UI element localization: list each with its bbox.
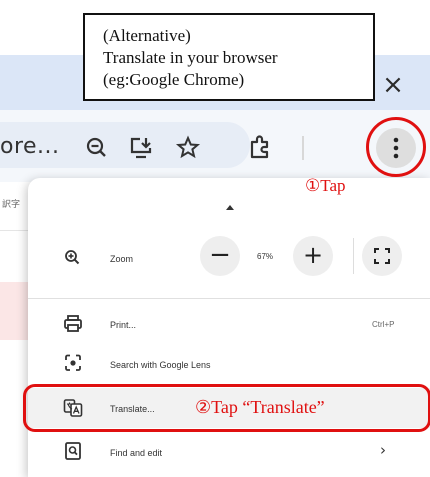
bookmark-star-icon[interactable]: [174, 134, 202, 162]
menu-item-google-lens-label: Search with Google Lens: [110, 360, 211, 370]
callout-line-3: (eg:Google Chrome): [103, 70, 245, 89]
print-icon: [64, 315, 82, 332]
callout-line-1: (Alternative): [103, 26, 191, 45]
zoom-out-icon[interactable]: [83, 134, 111, 162]
zoom-divider: [353, 238, 354, 274]
zoom-out-button[interactable]: −: [200, 236, 240, 276]
tab-close-button[interactable]: ×: [378, 70, 408, 100]
extensions-icon[interactable]: [246, 133, 274, 161]
page-text-fragment: 訳字: [2, 199, 21, 209]
menu-collapse-caret-icon[interactable]: [226, 205, 234, 210]
step-2-annotation: ②Tap “Translate”: [195, 397, 325, 417]
zoom-icon: [65, 250, 80, 265]
menu-item-print[interactable]: [28, 305, 430, 343]
menu-item-find-and-edit[interactable]: [28, 432, 430, 472]
google-lens-icon: [65, 354, 81, 371]
find-icon: [65, 442, 81, 460]
toolbar-separator: [302, 136, 304, 160]
instruction-callout: (Alternative) Translate in your browser …: [83, 13, 375, 101]
install-app-icon[interactable]: [127, 134, 155, 162]
fullscreen-icon: [374, 248, 390, 264]
zoom-in-button[interactable]: +: [293, 236, 333, 276]
callout-line-2: Translate in your browser: [103, 48, 278, 67]
menu-item-print-label: Print...: [110, 320, 137, 330]
menu-separator: [28, 298, 430, 299]
chevron-right-icon: ›: [380, 441, 386, 459]
fullscreen-button[interactable]: [362, 236, 402, 276]
menu-item-google-lens[interactable]: [28, 345, 430, 383]
address-bar-text: ore...: [0, 134, 60, 159]
zoom-level: 67%: [257, 252, 274, 261]
step-1-annotation: ①Tap: [305, 176, 346, 195]
zoom-label: Zoom: [110, 254, 134, 264]
menu-item-find-and-edit-label: Find and edit: [110, 448, 163, 458]
print-shortcut: Ctrl+P: [372, 320, 395, 329]
menu-button-highlight-ring: [366, 117, 426, 177]
